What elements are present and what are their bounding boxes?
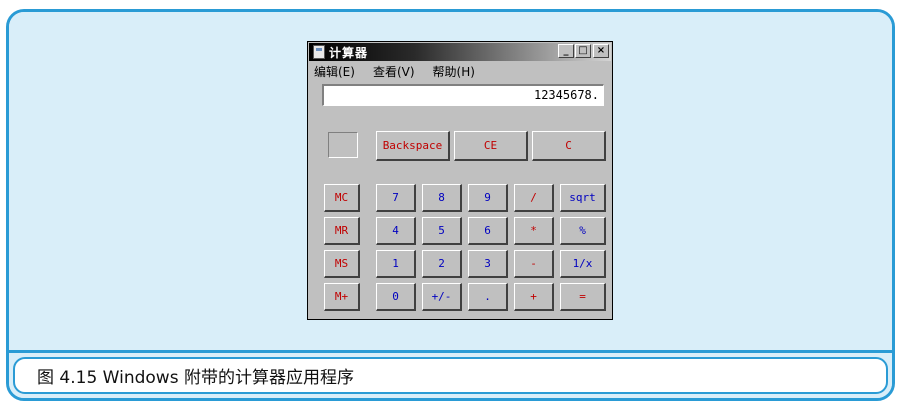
minimize-button[interactable]: _	[558, 44, 574, 58]
menu-view[interactable]: 查看(V)	[373, 63, 415, 79]
add-button[interactable]: +	[514, 283, 554, 311]
calculator-icon[interactable]	[313, 45, 325, 59]
figure-caption: 图 4.15 Windows 附带的计算器应用程序	[37, 368, 354, 388]
subtract-button[interactable]: -	[514, 250, 554, 278]
digit-0-button[interactable]: 0	[376, 283, 416, 311]
result-display[interactable]: 12345678.	[322, 84, 604, 106]
caption-box: 图 4.15 Windows 附带的计算器应用程序	[13, 357, 888, 394]
memory-clear-button[interactable]: MC	[324, 184, 360, 212]
equals-button[interactable]: =	[560, 283, 606, 311]
sqrt-button[interactable]: sqrt	[560, 184, 606, 212]
window-title: 计算器	[329, 45, 369, 60]
memory-add-button[interactable]: M+	[324, 283, 360, 311]
menu-help[interactable]: 帮助(H)	[433, 63, 475, 79]
window-controls: _ □ ×	[557, 44, 609, 58]
digit-1-button[interactable]: 1	[376, 250, 416, 278]
digit-8-button[interactable]: 8	[422, 184, 462, 212]
backspace-button[interactable]: Backspace	[376, 131, 450, 161]
maximize-button[interactable]: □	[575, 44, 591, 58]
decimal-point-button[interactable]: .	[468, 283, 508, 311]
digit-9-button[interactable]: 9	[468, 184, 508, 212]
clear-button[interactable]: C	[532, 131, 606, 161]
calculator-window: 计算器 _ □ × 编辑(E) 查看(V) 帮助(H) 12345678. Ba…	[307, 41, 613, 320]
percent-button[interactable]: %	[560, 217, 606, 245]
memory-indicator	[328, 132, 358, 158]
title-bar[interactable]: 计算器 _ □ ×	[309, 43, 611, 61]
digit-3-button[interactable]: 3	[468, 250, 508, 278]
clear-entry-button[interactable]: CE	[454, 131, 528, 161]
digit-5-button[interactable]: 5	[422, 217, 462, 245]
multiply-button[interactable]: *	[514, 217, 554, 245]
digit-7-button[interactable]: 7	[376, 184, 416, 212]
figure-area: 计算器 _ □ × 编辑(E) 查看(V) 帮助(H) 12345678. Ba…	[9, 12, 892, 350]
memory-recall-button[interactable]: MR	[324, 217, 360, 245]
reciprocal-button[interactable]: 1/x	[560, 250, 606, 278]
digit-2-button[interactable]: 2	[422, 250, 462, 278]
menu-bar: 编辑(E) 查看(V) 帮助(H)	[314, 63, 493, 79]
figure-frame: 计算器 _ □ × 编辑(E) 查看(V) 帮助(H) 12345678. Ba…	[6, 9, 895, 401]
caption-band: 图 4.15 Windows 附带的计算器应用程序	[9, 350, 892, 398]
close-button[interactable]: ×	[593, 44, 609, 58]
digit-6-button[interactable]: 6	[468, 217, 508, 245]
memory-store-button[interactable]: MS	[324, 250, 360, 278]
menu-edit[interactable]: 编辑(E)	[314, 63, 355, 79]
sign-toggle-button[interactable]: +/-	[422, 283, 462, 311]
digit-4-button[interactable]: 4	[376, 217, 416, 245]
divide-button[interactable]: /	[514, 184, 554, 212]
